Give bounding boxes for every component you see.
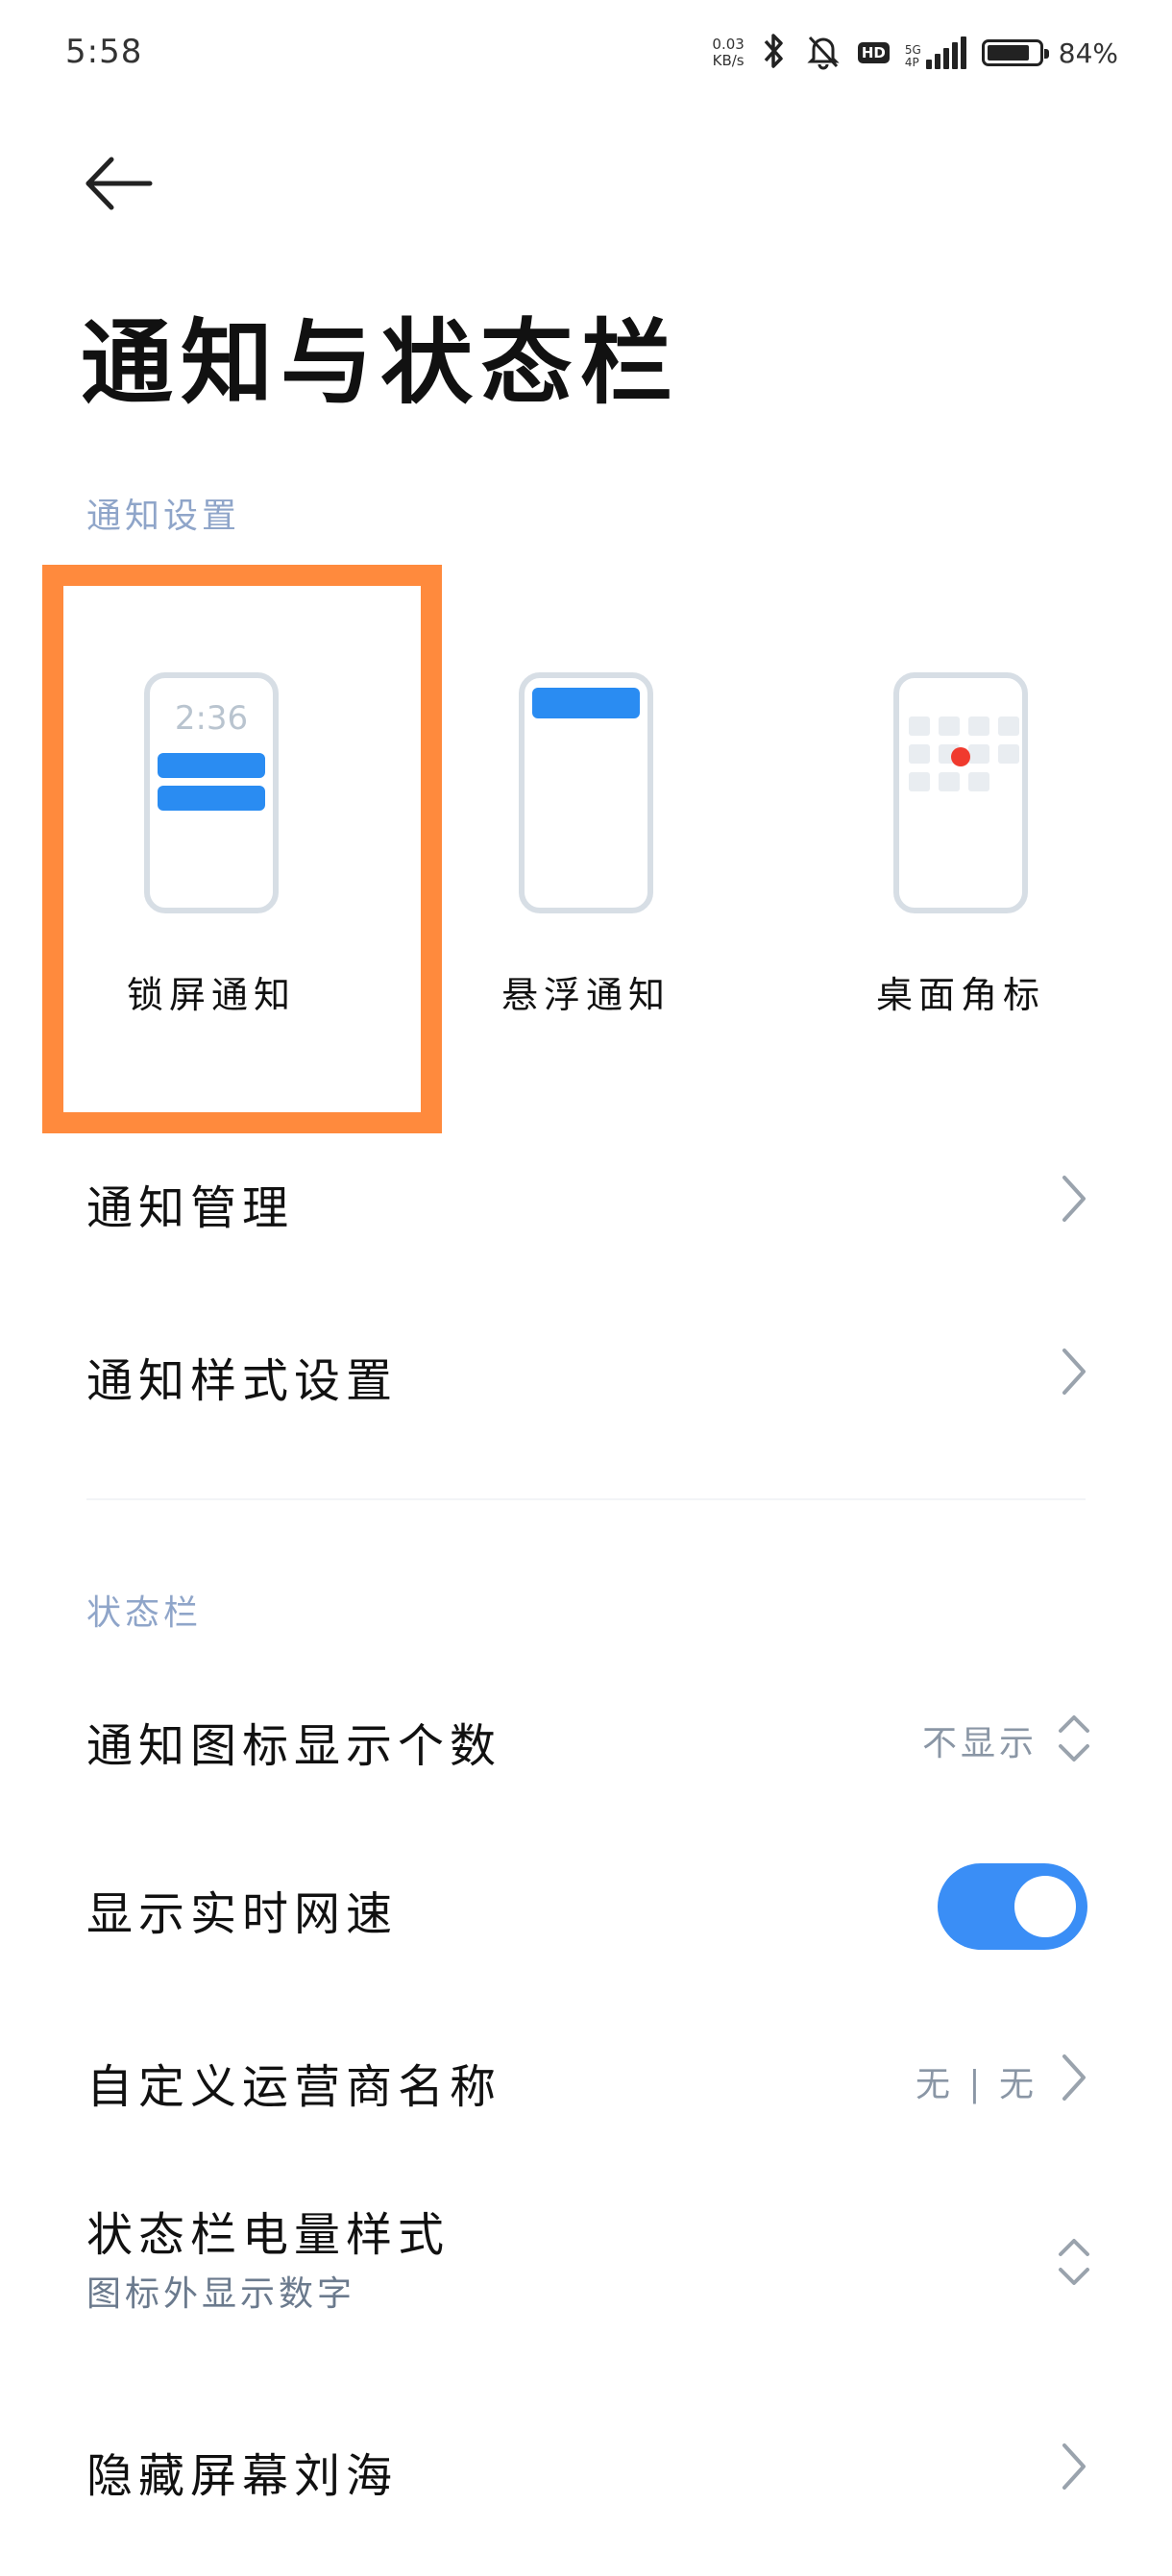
card-app-badge[interactable]: 桌面角标 (845, 576, 1076, 1018)
toggle-knob (1014, 1876, 1076, 1937)
row-value: 不显示 (921, 1724, 1038, 1763)
bluetooth-icon (760, 32, 789, 74)
row-hide-notch[interactable]: 隐藏屏幕刘海 (0, 2411, 1172, 2526)
back-arrow-icon (85, 157, 153, 210)
row-notification-management[interactable]: 通知管理 (0, 1143, 1172, 1258)
row-title: 通知样式设置 (86, 1354, 399, 1408)
card-lock-screen-notification[interactable]: 2:36 锁屏通知 (96, 576, 327, 1018)
row-subtitle: 图标外显示数字 (86, 2274, 356, 2314)
chevron-right-icon (1062, 1349, 1086, 1395)
app-badge-preview-icon (893, 672, 1028, 913)
floating-notification-preview-icon (519, 672, 653, 913)
card-floating-notification[interactable]: 悬浮通知 (471, 576, 701, 1018)
card-label: 桌面角标 (875, 974, 1045, 1016)
row-notification-icon-count[interactable]: 通知图标显示个数 不显示 (0, 1681, 1172, 1796)
network-sub: 4P (904, 56, 919, 69)
section-label-notifications: 通知设置 (86, 497, 241, 536)
preview-clock: 2:36 (174, 699, 249, 738)
chevron-right-icon (1062, 1176, 1086, 1222)
section-divider (86, 1498, 1086, 1500)
battery-level-fill (987, 45, 1030, 61)
status-time: 5:58 (65, 33, 143, 71)
row-title: 通知管理 (86, 1181, 295, 1235)
signal-strength-icon: 5G 4P (905, 36, 966, 69)
net-speed: 0.03 KB/s (712, 36, 744, 69)
row-battery-style[interactable]: 状态栏电量样式 图标外显示数字 (0, 2185, 1172, 2339)
net-speed-value: 0.03 (712, 36, 745, 53)
up-down-chevron-icon (1059, 1715, 1089, 1762)
mute-bell-icon (804, 32, 842, 74)
section-label-status-bar: 状态栏 (86, 1593, 203, 1633)
status-icons: 0.03 KB/s HD 5G 4P 84% (712, 29, 1118, 77)
chevron-right-icon (1062, 2054, 1086, 2101)
card-label: 锁屏通知 (126, 974, 296, 1016)
up-down-chevron-icon (1059, 2239, 1089, 2285)
page-title: 通知与状态栏 (81, 308, 680, 417)
red-badge-dot (951, 747, 970, 766)
row-notification-style-settings[interactable]: 通知样式设置 (0, 1316, 1172, 1431)
battery-icon (981, 39, 1049, 66)
row-title: 隐藏屏幕刘海 (86, 2449, 399, 2503)
back-button[interactable] (81, 150, 158, 217)
row-value: 无 | 无 (915, 2065, 1038, 2104)
row-custom-carrier-name[interactable]: 自定义运营商名称 无 | 无 (0, 2022, 1172, 2137)
row-title: 显示实时网速 (86, 1887, 399, 1941)
lock-screen-preview-icon: 2:36 (144, 672, 279, 913)
hd-badge: HD (857, 42, 890, 63)
net-speed-toggle[interactable] (938, 1863, 1087, 1950)
row-title: 自定义运营商名称 (86, 2060, 502, 2114)
row-title: 状态栏电量样式 (86, 2208, 451, 2262)
net-speed-unit: KB/s (712, 52, 745, 69)
card-label: 悬浮通知 (501, 974, 671, 1016)
row-title: 通知图标显示个数 (86, 1719, 502, 1773)
battery-percent: 84% (1058, 36, 1118, 69)
chevron-right-icon (1062, 2443, 1086, 2490)
